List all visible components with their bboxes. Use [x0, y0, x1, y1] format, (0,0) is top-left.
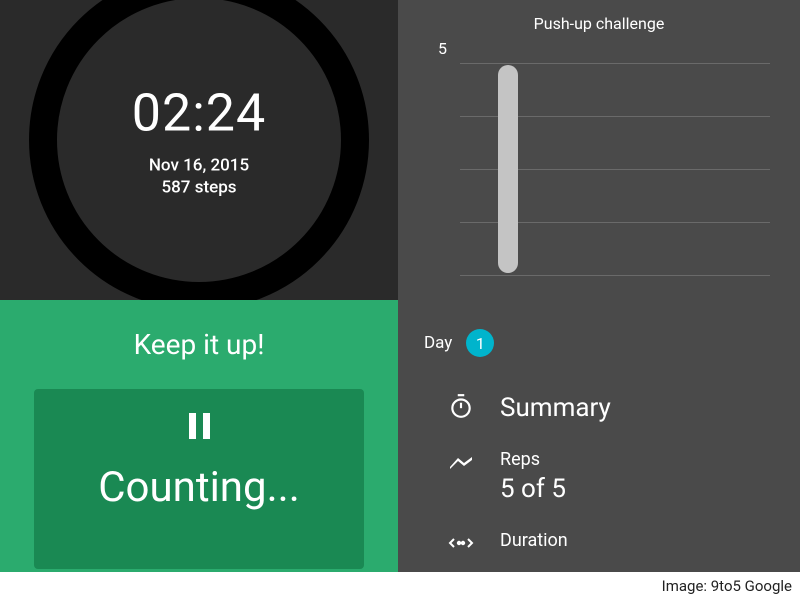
stopwatch-icon: [448, 393, 474, 419]
chart-bar: [498, 65, 518, 273]
watch-face: 02:24 Nov 16, 2015 587 steps: [0, 0, 398, 300]
date-display: Nov 16, 2015: [132, 156, 267, 176]
reps-icon: [448, 449, 474, 475]
chart-area: 5: [428, 41, 770, 289]
pause-icon[interactable]: [189, 413, 210, 439]
steps-display: 587 steps: [132, 178, 267, 198]
image-credit: Image: 9to5 Google: [0, 572, 800, 600]
x-axis-label: Day: [424, 333, 452, 353]
counting-card[interactable]: Counting...: [34, 389, 364, 569]
duration-label: Duration: [500, 530, 568, 551]
reps-label: Reps: [500, 449, 566, 470]
time-display: 02:24: [132, 83, 267, 144]
summary-heading: Summary: [500, 393, 611, 423]
duration-icon: [448, 530, 474, 556]
challenge-panel: Push-up challenge 5 Day 1: [398, 0, 800, 572]
reps-value: 5 of 5: [500, 474, 566, 504]
y-axis-max: 5: [438, 39, 447, 58]
chart-title: Push-up challenge: [428, 14, 770, 33]
x-axis: Day 1: [424, 329, 770, 357]
counting-status: Counting...: [98, 463, 300, 512]
encouragement-text: Keep it up!: [134, 328, 265, 361]
day-badge: 1: [466, 329, 494, 357]
chart-grid: [460, 63, 770, 275]
activity-panel: Keep it up! Counting...: [0, 300, 398, 572]
